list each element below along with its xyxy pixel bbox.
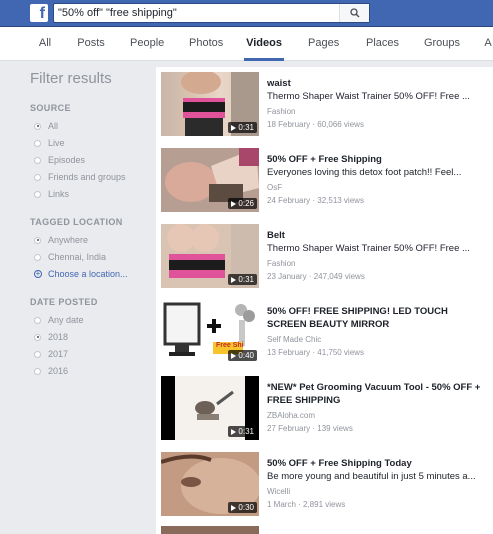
video-source[interactable]: Self Made Chic xyxy=(267,335,321,344)
video-thumbnail[interactable]: 0:31 xyxy=(161,376,259,440)
video-duration: 0:30 xyxy=(228,502,257,513)
search-input[interactable] xyxy=(58,4,338,22)
video-description: Be more young and beautiful in just 5 mi… xyxy=(267,471,476,482)
source-option-friends-groups[interactable]: Friends and groups xyxy=(34,172,126,182)
video-title[interactable]: *NEW* Pet Grooming Vacuum Tool - 50% OFF… xyxy=(267,381,487,407)
tab-pages[interactable]: Pages xyxy=(308,27,339,61)
video-result[interactable]: 0:26 50% OFF + Free Shipping Everyones l… xyxy=(156,143,493,219)
date-option-2018[interactable]: 2018 xyxy=(34,332,68,342)
play-icon xyxy=(231,504,237,511)
radio-icon xyxy=(34,367,41,375)
video-meta: 18 February · 60,066 views xyxy=(267,120,364,129)
video-thumbnail-partial[interactable] xyxy=(161,526,259,534)
video-source[interactable]: Fashion xyxy=(267,107,295,116)
tab-posts[interactable]: Posts xyxy=(77,27,105,61)
tab-more[interactable]: A xyxy=(483,27,493,61)
video-description: Thermo Shaper Waist Trainer 50% OFF! Fre… xyxy=(267,243,470,254)
video-source[interactable]: Fashion xyxy=(267,259,295,268)
video-duration: 0:31 xyxy=(228,122,257,133)
top-bar: f xyxy=(0,0,493,27)
source-option-live[interactable]: Live xyxy=(34,138,65,148)
tagged-location-heading: TAGGED LOCATION xyxy=(30,217,123,227)
location-option-chennai[interactable]: Chennai, India xyxy=(34,252,106,262)
video-title[interactable]: 50% OFF! FREE SHIPPING! LED TOUCH SCREEN… xyxy=(267,305,487,331)
play-icon xyxy=(231,124,237,131)
video-title[interactable]: 50% OFF + Free Shipping Today xyxy=(267,457,487,470)
tab-places[interactable]: Places xyxy=(366,27,399,61)
plus-circle-icon: + xyxy=(34,269,42,278)
video-duration: 0:26 xyxy=(228,198,257,209)
video-result[interactable]: 0:31 Belt Thermo Shaper Waist Trainer 50… xyxy=(156,219,493,295)
radio-icon xyxy=(34,350,41,358)
tab-photos[interactable]: Photos xyxy=(189,27,223,61)
video-meta: 1 March · 2,891 views xyxy=(267,500,346,509)
video-results-list: 0:31 waist Thermo Shaper Waist Trainer 5… xyxy=(156,67,493,534)
tab-people[interactable]: People xyxy=(130,27,164,61)
tab-all[interactable]: All xyxy=(37,27,53,61)
video-thumbnail[interactable]: 0:31 xyxy=(161,72,259,136)
search-bar xyxy=(53,3,370,23)
source-heading: SOURCE xyxy=(30,103,71,113)
video-title[interactable]: waist xyxy=(267,77,487,90)
video-source[interactable]: Wicelli xyxy=(267,487,290,496)
search-tabs: All Posts People Photos Videos Pages Pla… xyxy=(0,27,493,61)
facebook-logo-icon[interactable]: f xyxy=(30,4,48,22)
date-posted-heading: DATE POSTED xyxy=(30,297,98,307)
video-thumbnail[interactable]: 0:31 xyxy=(161,224,259,288)
video-meta: 13 February · 41,750 views xyxy=(267,348,364,357)
radio-icon xyxy=(34,333,41,341)
radio-icon xyxy=(34,236,41,244)
source-option-all[interactable]: All xyxy=(34,121,58,131)
video-duration: 0:31 xyxy=(228,426,257,437)
source-option-episodes[interactable]: Episodes xyxy=(34,155,85,165)
radio-icon xyxy=(34,173,41,181)
radio-icon xyxy=(34,253,41,261)
radio-icon xyxy=(34,190,41,198)
video-meta: 24 February · 32,513 views xyxy=(267,196,364,205)
video-duration: 0:40 xyxy=(228,350,257,361)
tab-groups[interactable]: Groups xyxy=(423,27,461,61)
video-source[interactable]: ZBAloha.com xyxy=(267,411,315,420)
source-option-links[interactable]: Links xyxy=(34,189,69,199)
play-icon xyxy=(231,352,237,359)
radio-icon xyxy=(34,316,41,324)
video-meta: 23 January · 247,049 views xyxy=(267,272,365,281)
play-icon xyxy=(231,276,237,283)
free-shipping-sticker: Free Shi xyxy=(216,342,244,349)
radio-icon xyxy=(34,139,41,147)
video-description: Everyones loving this detox foot patch!!… xyxy=(267,167,462,178)
video-meta: 27 February · 139 views xyxy=(267,424,353,433)
search-icon xyxy=(349,8,359,18)
video-title[interactable]: Belt xyxy=(267,229,487,242)
video-result[interactable]: 0:31 waist Thermo Shaper Waist Trainer 5… xyxy=(156,67,493,143)
video-thumbnail[interactable]: 0:26 xyxy=(161,148,259,212)
location-option-anywhere[interactable]: Anywhere xyxy=(34,235,88,245)
video-result[interactable]: Free Shi 0:40 50% OFF! FREE SHIPPING! LE… xyxy=(156,295,493,371)
video-thumbnail[interactable]: Free Shi 0:40 xyxy=(161,300,259,364)
video-result[interactable]: 0:31 *NEW* Pet Grooming Vacuum Tool - 50… xyxy=(156,371,493,447)
video-result[interactable]: 0:30 50% OFF + Free Shipping Today Be mo… xyxy=(156,447,493,523)
video-title[interactable]: 50% OFF + Free Shipping xyxy=(267,153,487,166)
play-icon xyxy=(231,200,237,207)
filter-results-title: Filter results xyxy=(30,70,112,87)
video-description: Thermo Shaper Waist Trainer 50% OFF! Fre… xyxy=(267,91,470,102)
date-option-2016[interactable]: 2016 xyxy=(34,366,68,376)
video-thumbnail[interactable]: 0:30 xyxy=(161,452,259,516)
date-option-any[interactable]: Any date xyxy=(34,315,84,325)
video-source[interactable]: OsF xyxy=(267,183,282,192)
choose-location-link[interactable]: + Choose a location... xyxy=(34,269,128,279)
radio-icon xyxy=(34,156,41,164)
play-icon xyxy=(231,428,237,435)
radio-icon xyxy=(34,122,41,130)
tab-videos[interactable]: Videos xyxy=(244,27,284,61)
date-option-2017[interactable]: 2017 xyxy=(34,349,68,359)
video-duration: 0:31 xyxy=(228,274,257,285)
search-button[interactable] xyxy=(339,4,369,22)
